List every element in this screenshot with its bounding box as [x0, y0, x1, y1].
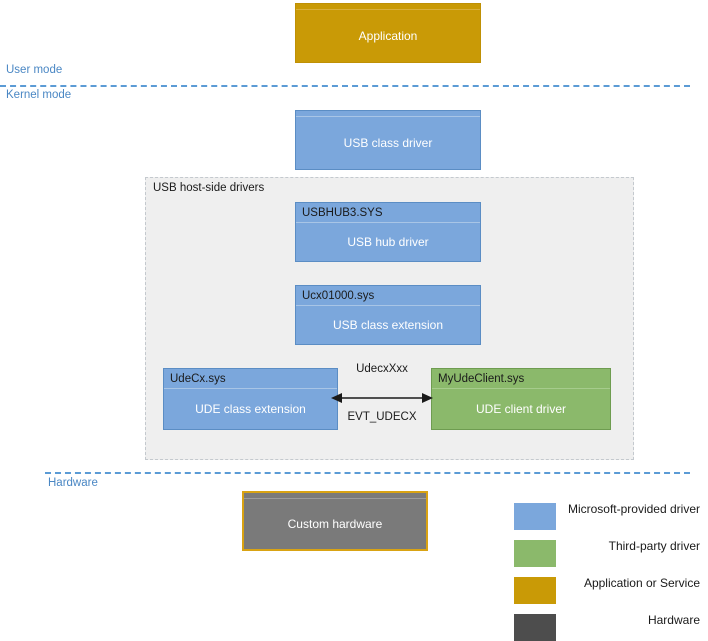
box-usbhub3-sys-label: USB hub driver — [347, 234, 429, 249]
box-usb-class-driver: USB class driver — [295, 110, 481, 170]
legend-item-microsoft-driver: Microsoft-provided driver — [514, 502, 700, 530]
box-ucx01000-sys-header: Ucx01000.sys — [302, 290, 375, 302]
legend-swatch-microsoft-driver — [514, 503, 556, 530]
box-udecx-sys-label: UDE class extension — [195, 401, 306, 416]
connector-label-evt-udecx: EVT_UDECX — [347, 411, 417, 423]
box-custom-hardware: Custom hardware — [242, 491, 428, 551]
legend-swatch-application-or-service — [514, 577, 556, 604]
box-custom-hardware-label: Custom hardware — [287, 516, 383, 531]
box-usbhub3-sys-header: USBHUB3.SYS — [302, 207, 383, 219]
legend-swatch-hardware — [514, 614, 556, 641]
mode-separator-user-kernel — [0, 85, 690, 87]
box-myudeclient-sys-label: UDE client driver — [475, 401, 567, 416]
box-usb-class-driver-label: USB class driver — [343, 135, 433, 150]
diagram-canvas: Application User mode Kernel mode USB cl… — [0, 0, 708, 641]
legend-label-application-or-service: Application or Service — [583, 576, 700, 590]
mode-separator-hardware — [45, 472, 690, 474]
legend-label-third-party-driver: Third-party driver — [608, 539, 700, 553]
legend-swatch-third-party-driver — [514, 540, 556, 567]
legend-item-hardware: Hardware — [514, 613, 700, 641]
box-ucx01000-sys-label: USB class extension — [332, 317, 444, 332]
box-application-label: Application — [358, 28, 418, 43]
box-myudeclient-sys: MyUdeClient.sys UDE client driver — [431, 368, 611, 430]
box-udecx-sys: UdeCx.sys UDE class extension — [163, 368, 338, 430]
box-myudeclient-sys-header: MyUdeClient.sys — [438, 373, 525, 385]
connector-udecx-to-client: UdecxXxx EVT_UDECX — [330, 363, 434, 435]
legend-label-microsoft-driver: Microsoft-provided driver — [567, 502, 700, 516]
group-usb-host-side-drivers-label: USB host-side drivers — [153, 182, 265, 194]
double-headed-arrow-icon — [331, 393, 433, 403]
legend-item-third-party-driver: Third-party driver — [514, 539, 700, 567]
box-application: Application — [295, 3, 481, 63]
mode-label-hardware: Hardware — [48, 477, 98, 489]
mode-label-user-mode: User mode — [6, 64, 63, 76]
legend-label-hardware: Hardware — [647, 613, 700, 627]
legend-item-application-or-service: Application or Service — [514, 576, 700, 604]
mode-label-kernel-mode: Kernel mode — [6, 89, 72, 101]
box-usbhub3-sys: USBHUB3.SYS USB hub driver — [295, 202, 481, 262]
box-udecx-sys-header: UdeCx.sys — [170, 373, 226, 385]
box-ucx01000-sys: Ucx01000.sys USB class extension — [295, 285, 481, 345]
